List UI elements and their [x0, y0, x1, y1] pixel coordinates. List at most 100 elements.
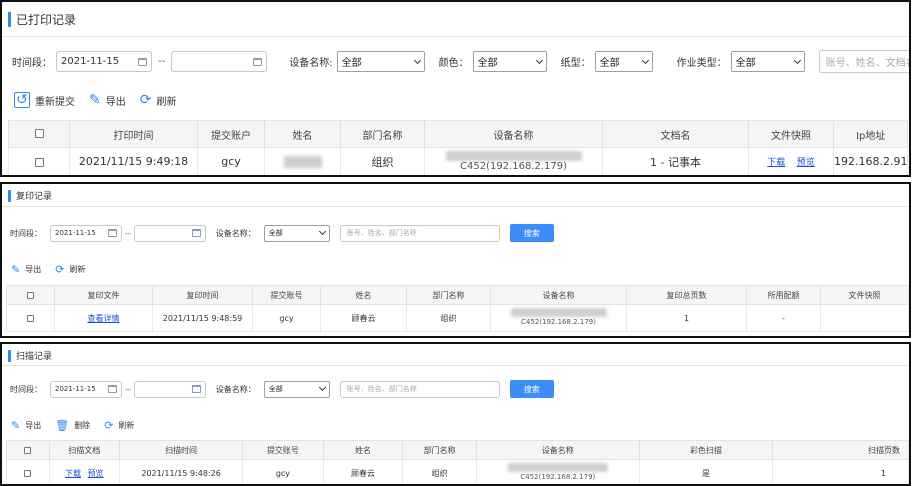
date-separator: --: [158, 56, 166, 67]
select-all-cell[interactable]: [6, 440, 50, 460]
download-link[interactable]: 下载: [767, 158, 785, 168]
date-to-input[interactable]: [133, 224, 206, 242]
column-header: 设备名称: [490, 285, 627, 305]
row-checkbox-cell[interactable]: [6, 459, 50, 484]
column-header: 姓名: [322, 440, 404, 460]
download-link[interactable]: 下载: [65, 469, 81, 478]
select-all-cell[interactable]: [6, 285, 55, 305]
export-button[interactable]: ✎ 导出: [11, 419, 41, 432]
table-header: 扫描文档 扫描时间 提交账号 姓名 部门名称 设备名称 彩色扫描 扫描页数: [6, 440, 909, 460]
select-all-checkbox[interactable]: [34, 129, 44, 138]
preview-link[interactable]: 预览: [88, 469, 104, 478]
device-select[interactable]: 全部: [263, 224, 330, 242]
select-all-checkbox[interactable]: [27, 291, 34, 299]
row-checkbox[interactable]: [24, 469, 32, 477]
table-row[interactable]: 2021/11/15 9:49:18 gcy 组织 C452(192.168.2…: [8, 147, 909, 175]
calendar-icon[interactable]: [138, 57, 147, 66]
scan-doc-cell: 下载 预览: [48, 459, 120, 484]
column-header: 打印时间: [69, 120, 198, 148]
column-header: 设备名称: [424, 120, 603, 148]
dept-cell: 组织: [340, 147, 425, 175]
job-type-select[interactable]: 全部: [730, 51, 805, 72]
refresh-button[interactable]: ⟳ 刷新: [104, 419, 134, 432]
scan-records-panel: 扫描记录 时间段： 2021-11-15 -- 设备名称： 全部 账号、姓名、部…: [0, 342, 911, 486]
scan-time-cell: 2021/11/15 9:48:26: [118, 459, 244, 484]
date-from-input[interactable]: 2021-11-15: [50, 224, 122, 242]
printed-filter-bar: 时间段： 2021-11-15 -- 设备名称: 全部 颜色： 全部 纸型： 全…: [12, 50, 909, 73]
select-all-cell[interactable]: [8, 120, 70, 148]
device-cell: C452(192.168.2.179): [475, 459, 640, 484]
color-select[interactable]: 全部: [472, 51, 547, 72]
column-header: Ip地址: [832, 120, 909, 148]
column-header: 彩色扫描: [638, 440, 774, 460]
column-header: 扫描文档: [48, 440, 120, 460]
column-header: 文件快照: [748, 120, 834, 148]
table-header: 打印时间 提交账户 姓名 部门名称 设备名称 文档名 文件快照 Ip地址: [8, 120, 909, 148]
date-to-input[interactable]: [133, 380, 206, 398]
scan-records-table: 扫描文档 扫描时间 提交账号 姓名 部门名称 设备名称 彩色扫描 扫描页数 下载…: [6, 440, 909, 484]
search-input[interactable]: 账号、姓名、部门名称: [339, 380, 500, 398]
redacted-device-name: [510, 308, 607, 317]
account-cell: gcy: [242, 459, 324, 484]
name-cell: [264, 147, 341, 175]
export-button[interactable]: ✎ 导出: [11, 263, 41, 276]
refresh-icon: ⟳: [139, 92, 152, 108]
total-pages-cell: 1: [626, 304, 747, 332]
refresh-button[interactable]: ⟳ 刷新: [140, 92, 177, 108]
copy-time-cell: 2021/11/15 9:48:59: [152, 304, 253, 332]
column-header: 文件快照: [820, 285, 909, 305]
chevron-down-icon: [318, 227, 326, 236]
column-header: 提交账户: [197, 120, 265, 148]
calendar-icon[interactable]: [108, 385, 117, 393]
column-header: 文档名: [602, 120, 749, 148]
printed-toolbar: ↺ 重新提交 ✎ 导出 ⟳ 刷新: [14, 92, 190, 108]
preview-link[interactable]: 预览: [797, 158, 815, 168]
name-cell: 顾春云: [320, 304, 407, 332]
export-icon: ✎: [11, 419, 21, 432]
search-input[interactable]: 账号、姓名、部门名称: [339, 224, 500, 242]
scan-records-title: 扫描记录: [8, 349, 52, 362]
column-header: 姓名: [264, 120, 341, 148]
dept-cell: 组织: [406, 304, 491, 332]
row-checkbox[interactable]: [34, 157, 44, 167]
divider: [2, 365, 909, 366]
date-from-input[interactable]: 2021-11-15: [50, 380, 122, 398]
view-details-link[interactable]: 查看详情: [88, 314, 120, 323]
table-row[interactable]: 下载 预览 2021/11/15 9:48:26 gcy 顾春云 组织 C452…: [6, 459, 909, 484]
copy-toolbar: ✎ 导出 ⟳ 刷新: [11, 263, 99, 276]
device-select[interactable]: 全部: [336, 51, 425, 72]
search-button[interactable]: 搜索: [509, 224, 554, 242]
date-to-input[interactable]: [171, 51, 268, 72]
search-button[interactable]: 搜索: [509, 380, 554, 398]
chevron-down-icon: [318, 383, 326, 392]
calendar-icon[interactable]: [191, 385, 201, 393]
search-input[interactable]: 账号、姓名、文档名、: [818, 50, 909, 73]
delete-button[interactable]: 🗑 删除: [55, 419, 90, 432]
snapshot-cell: 下载 预览: [748, 147, 834, 175]
time-range-label: 时间段：: [10, 384, 42, 394]
calendar-icon[interactable]: [253, 57, 263, 66]
export-button[interactable]: ✎ 导出: [89, 92, 126, 108]
device-select[interactable]: 全部: [263, 380, 330, 398]
row-checkbox-cell[interactable]: [6, 304, 55, 332]
row-checkbox-cell[interactable]: [8, 147, 70, 175]
column-header: 部门名称: [406, 285, 491, 305]
calendar-icon[interactable]: [191, 229, 201, 237]
calendar-icon[interactable]: [108, 229, 117, 237]
copy-filter-bar: 时间段： 2021-11-15 -- 设备名称： 全部 账号、姓名、部门名称 搜…: [10, 224, 554, 242]
device-cell: C452(192.168.2.179): [490, 304, 627, 332]
refresh-button[interactable]: ⟳ 刷新: [55, 263, 85, 276]
row-checkbox[interactable]: [27, 314, 34, 322]
select-all-checkbox[interactable]: [24, 446, 32, 454]
date-from-input[interactable]: 2021-11-15: [56, 51, 152, 72]
color-scan-cell: 是: [638, 459, 774, 484]
scan-pages-cell: 1: [772, 459, 909, 484]
copy-records-panel: 复印记录 时间段： 2021-11-15 -- 设备名称： 全部 账号、姓名、部…: [0, 182, 911, 338]
table-row[interactable]: 查看详情 2021/11/15 9:48:59 gcy 顾春云 组织 C452(…: [6, 304, 909, 332]
column-header: 姓名: [320, 285, 407, 305]
printed-records-panel: 已打印记录 时间段： 2021-11-15 -- 设备名称: 全部 颜色： 全部…: [0, 0, 911, 177]
scan-toolbar: ✎ 导出 🗑 删除 ⟳ 刷新: [11, 419, 148, 432]
paper-select[interactable]: 全部: [594, 51, 653, 72]
resubmit-button[interactable]: ↺ 重新提交: [14, 92, 75, 108]
column-header: 所用配额: [746, 285, 821, 305]
